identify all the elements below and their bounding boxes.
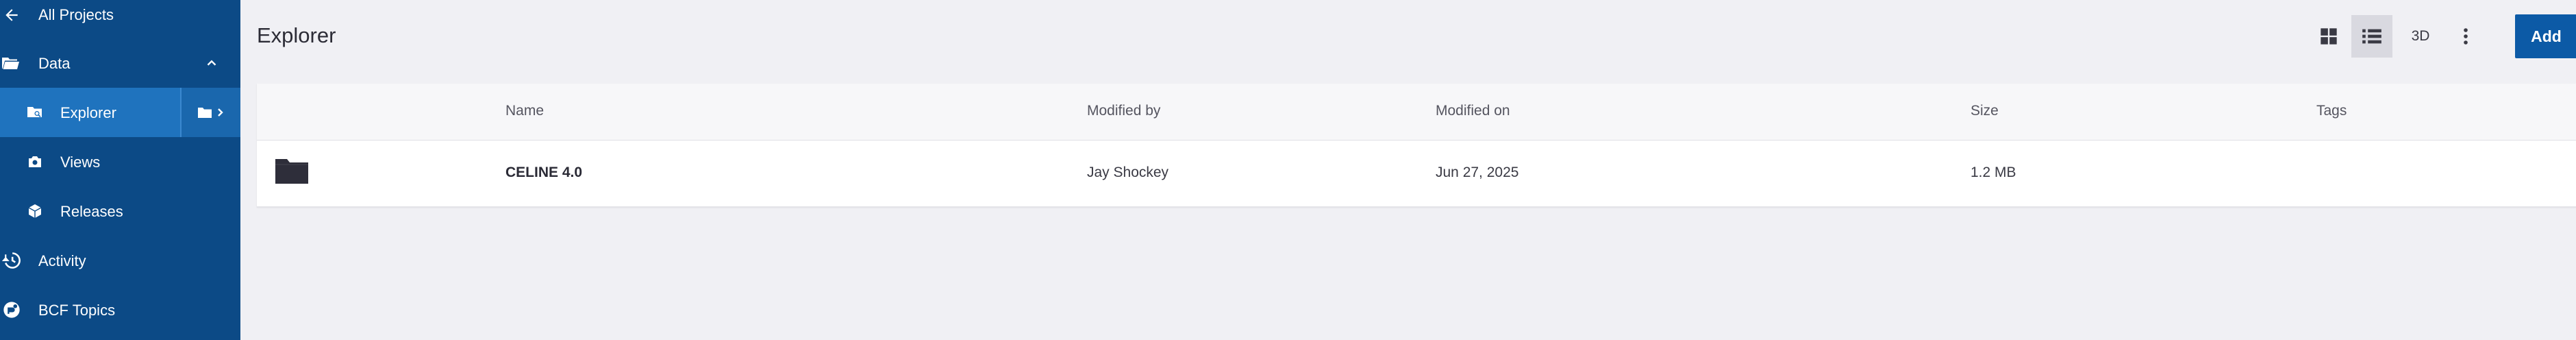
3d-view-button[interactable]: 3D: [2403, 15, 2438, 58]
back-to-all-projects[interactable]: All Projects: [0, 0, 240, 30]
sidebar-section-label: Data: [38, 55, 71, 72]
column-header-tags[interactable]: Tags: [2316, 103, 2347, 119]
cube-icon: [25, 201, 45, 221]
folder-search-icon: [25, 102, 45, 123]
explorer-table: Name Modified by Modified on Size Tags C…: [257, 84, 2576, 208]
sidebar-item-views[interactable]: Views: [0, 137, 240, 186]
cell-modified-on: Jun 27, 2025: [1436, 165, 1519, 180]
sidebar: All Projects Data Explorer Views Release…: [0, 0, 240, 340]
sidebar-item-label: Releases: [60, 203, 123, 220]
cell-size: 1.2 MB: [1971, 165, 2016, 180]
cell-name[interactable]: CELINE 4.0: [505, 165, 582, 181]
page-title: Explorer: [257, 23, 336, 47]
sidebar-item-label: Explorer: [60, 104, 116, 121]
sidebar-item-explorer[interactable]: Explorer: [0, 88, 240, 137]
open-in-folder-button[interactable]: [182, 88, 240, 137]
chevron-right-icon: [218, 108, 223, 117]
back-label: All Projects: [38, 6, 114, 23]
folder-open-icon: [0, 53, 21, 73]
more-vertical-icon: [2464, 28, 2468, 45]
list-view-icon: [2362, 29, 2381, 44]
column-header-name[interactable]: Name: [505, 103, 544, 119]
table-row[interactable]: CELINE 4.0 Jay Shockey Jun 27, 2025 1.2 …: [257, 141, 2576, 208]
column-header-size[interactable]: Size: [1971, 103, 1999, 119]
cell-modified-by: Jay Shockey: [1087, 165, 1169, 180]
sidebar-item-label: Activity: [38, 252, 86, 269]
history-icon: [1, 250, 22, 271]
sidebar-section-data[interactable]: Data: [0, 38, 240, 88]
sidebar-item-activity[interactable]: Activity: [0, 236, 240, 285]
camera-icon: [25, 151, 45, 172]
column-header-modified-by[interactable]: Modified by: [1087, 103, 1160, 119]
add-button[interactable]: Add: [2515, 14, 2576, 58]
folder-icon: [275, 157, 309, 187]
table-header: Name Modified by Modified on Size Tags: [257, 84, 2576, 141]
more-options-button[interactable]: [2452, 15, 2479, 58]
arrow-left-icon: [1, 5, 22, 25]
grid-view-button[interactable]: [2312, 15, 2345, 58]
sidebar-item-label: Views: [60, 154, 101, 171]
sidebar-item-bcf-topics[interactable]: BCF Topics: [0, 285, 240, 335]
sidebar-item-label: BCF Topics: [38, 302, 116, 319]
sidebar-item-releases[interactable]: Releases: [0, 186, 240, 236]
list-view-button[interactable]: [2351, 15, 2392, 58]
chevron-up-icon[interactable]: [201, 53, 222, 73]
folder-icon: [198, 108, 212, 118]
bcf-topics-icon: [1, 300, 22, 320]
column-header-modified-on[interactable]: Modified on: [1436, 103, 1510, 119]
grid-view-icon: [2321, 28, 2337, 45]
